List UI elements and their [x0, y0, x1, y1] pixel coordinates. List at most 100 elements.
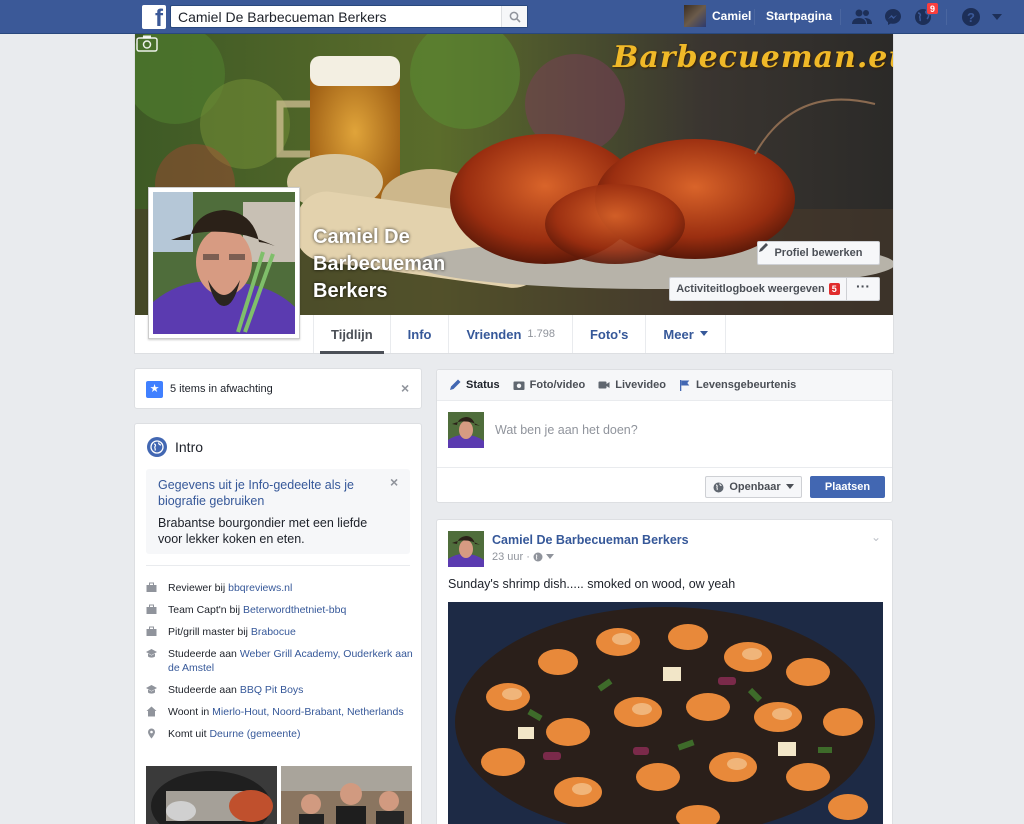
close-icon[interactable]: × — [390, 474, 398, 490]
info-link[interactable]: Beterwordthetniet-bbq — [243, 604, 346, 616]
top-navigation-bar: f Camiel Startpagina 9 ? — [0, 0, 1024, 34]
info-link[interactable]: Brabocue — [251, 626, 296, 638]
edit-profile-button[interactable]: Profiel bewerken — [757, 241, 880, 265]
tab-label: Info — [407, 326, 432, 342]
composer-footer: Openbaar Plaatsen — [437, 467, 892, 503]
info-link[interactable]: Mierlo-Hout, Noord-Brabant, Netherlands — [212, 706, 403, 718]
search-icon — [509, 11, 521, 23]
graduation-cap-icon — [146, 649, 157, 658]
info-link[interactable]: bbqreviews.nl — [228, 582, 292, 594]
video-camera-icon — [598, 381, 610, 389]
activity-log-button[interactable]: Activiteitlogboek weergeven 5 — [669, 277, 847, 301]
profile-picture[interactable] — [148, 187, 300, 339]
avatar — [684, 5, 706, 27]
svg-text:?: ? — [967, 10, 975, 25]
caret-down-icon — [785, 484, 794, 489]
list-item: Studeerde aan Weber Grill Academy, Ouder… — [146, 647, 416, 675]
pending-items-text: 5 items in afwachting — [170, 383, 273, 395]
post-meta: 23 uur · — [492, 551, 554, 563]
intro-card: Intro Gegevens uit je Info-gedeelte als … — [134, 423, 422, 824]
flag-icon — [679, 380, 690, 391]
star-icon: ★ — [146, 381, 163, 398]
briefcase-icon — [146, 582, 157, 592]
caret-down-icon — [699, 331, 708, 336]
chevron-down-icon[interactable]: ⌄ — [871, 530, 881, 544]
list-item: Team Capt'n bij Beterwordthetniet-bbq — [146, 603, 416, 617]
bio-suggestion-link[interactable]: Gegevens uit je Info-gedeelte als je bio… — [158, 477, 383, 509]
status-input[interactable]: Wat ben je aan het doen? — [495, 423, 638, 437]
facebook-logo-icon[interactable]: f — [142, 5, 166, 29]
tab-label: Foto/video — [529, 379, 586, 391]
post-composer: Status Foto/video Livevideo Levensgebeur… — [436, 369, 893, 503]
info-prefix: Woont in — [168, 706, 213, 718]
search-input[interactable] — [171, 6, 501, 27]
tab-live-video[interactable]: Livevideo — [598, 379, 666, 391]
tab-timeline[interactable]: Tijdlijn — [313, 315, 390, 354]
caret-down-icon[interactable] — [545, 554, 554, 560]
tab-life-event[interactable]: Levensgebeurtenis — [679, 379, 796, 391]
home-link[interactable]: Startpagina — [766, 9, 832, 23]
graduation-cap-icon — [146, 685, 157, 694]
profile-link[interactable]: Camiel — [684, 5, 751, 27]
post-photo[interactable] — [448, 602, 883, 824]
intro-title: Intro — [175, 439, 204, 455]
audience-selector[interactable]: Openbaar — [705, 476, 802, 498]
tab-friends[interactable]: Vrienden 1.798 — [448, 315, 571, 353]
list-item: Komt uit Deurne (gemeente) — [146, 727, 416, 741]
profile-tabs: Tijdlijn Info Vrienden 1.798 Foto's Meer — [313, 315, 726, 354]
close-icon[interactable]: × — [401, 380, 409, 396]
divider — [146, 565, 410, 566]
info-prefix: Komt uit — [168, 728, 210, 740]
bio-suggestion: Gegevens uit je Info-gedeelte als je bio… — [146, 469, 410, 554]
info-prefix: Reviewer bij — [168, 582, 229, 594]
intro-header: Intro — [147, 437, 203, 457]
post-button[interactable]: Plaatsen — [810, 476, 885, 498]
intro-photos — [146, 766, 412, 824]
list-item: Woont in Mierlo-Hout, Noord-Brabant, Net… — [146, 705, 416, 719]
photo-thumbnail[interactable] — [281, 766, 412, 824]
post-text: Sunday's shrimp dish..... smoked on wood… — [448, 577, 736, 591]
avatar — [448, 412, 484, 448]
tab-label: Foto's — [589, 326, 629, 342]
info-link[interactable]: BBQ Pit Boys — [240, 684, 304, 696]
globe-icon[interactable] — [533, 552, 543, 562]
tab-photo-video[interactable]: Foto/video — [513, 379, 586, 391]
post-timestamp[interactable]: 23 uur — [492, 551, 523, 563]
info-prefix: Team Capt'n bij — [168, 604, 243, 616]
avatar[interactable] — [448, 531, 484, 567]
camera-icon[interactable] — [135, 34, 159, 52]
list-item: Studeerde aan BBQ Pit Boys — [146, 683, 416, 697]
help-icon[interactable]: ? — [960, 6, 982, 28]
more-options-button[interactable]: ··· — [846, 277, 880, 301]
house-icon — [146, 706, 157, 717]
info-link[interactable]: Deurne (gemeente) — [209, 728, 300, 740]
caret-down-icon[interactable] — [986, 6, 1008, 28]
tab-more[interactable]: Meer — [645, 315, 726, 353]
audience-label: Openbaar — [729, 481, 781, 493]
list-item: Pit/grill master bij Brabocue — [146, 625, 416, 639]
location-pin-icon — [148, 728, 155, 739]
friends-count: 1.798 — [527, 328, 555, 340]
separator: · — [526, 551, 530, 563]
briefcase-icon — [146, 626, 157, 636]
search-box — [170, 5, 528, 28]
camera-icon — [513, 381, 525, 390]
tab-label: Levensgebeurtenis — [695, 379, 797, 391]
briefcase-icon — [146, 604, 157, 614]
search-button[interactable] — [501, 6, 527, 27]
tab-status[interactable]: Status — [449, 379, 500, 391]
photo-thumbnail[interactable] — [146, 766, 277, 824]
activity-log-label: Activiteitlogboek weergeven — [676, 283, 825, 295]
post-author-link[interactable]: Camiel De Barbecueman Berkers — [492, 533, 689, 547]
tab-photos[interactable]: Foto's — [571, 315, 645, 353]
profile-name[interactable]: Camiel De Barbecueman Berkers — [313, 224, 513, 305]
tab-label: Tijdlijn — [331, 326, 373, 342]
tab-about[interactable]: Info — [389, 315, 449, 353]
user-name: Camiel — [712, 9, 752, 23]
messenger-icon[interactable] — [882, 6, 904, 28]
friends-icon[interactable] — [851, 6, 873, 28]
notification-badge: 9 — [926, 2, 939, 15]
edit-profile-label: Profiel bewerken — [774, 247, 863, 259]
pending-items-card[interactable]: ★ 5 items in afwachting × — [134, 368, 422, 409]
intro-info-list: Reviewer bij bbqreviews.nl Team Capt'n b… — [146, 581, 416, 749]
